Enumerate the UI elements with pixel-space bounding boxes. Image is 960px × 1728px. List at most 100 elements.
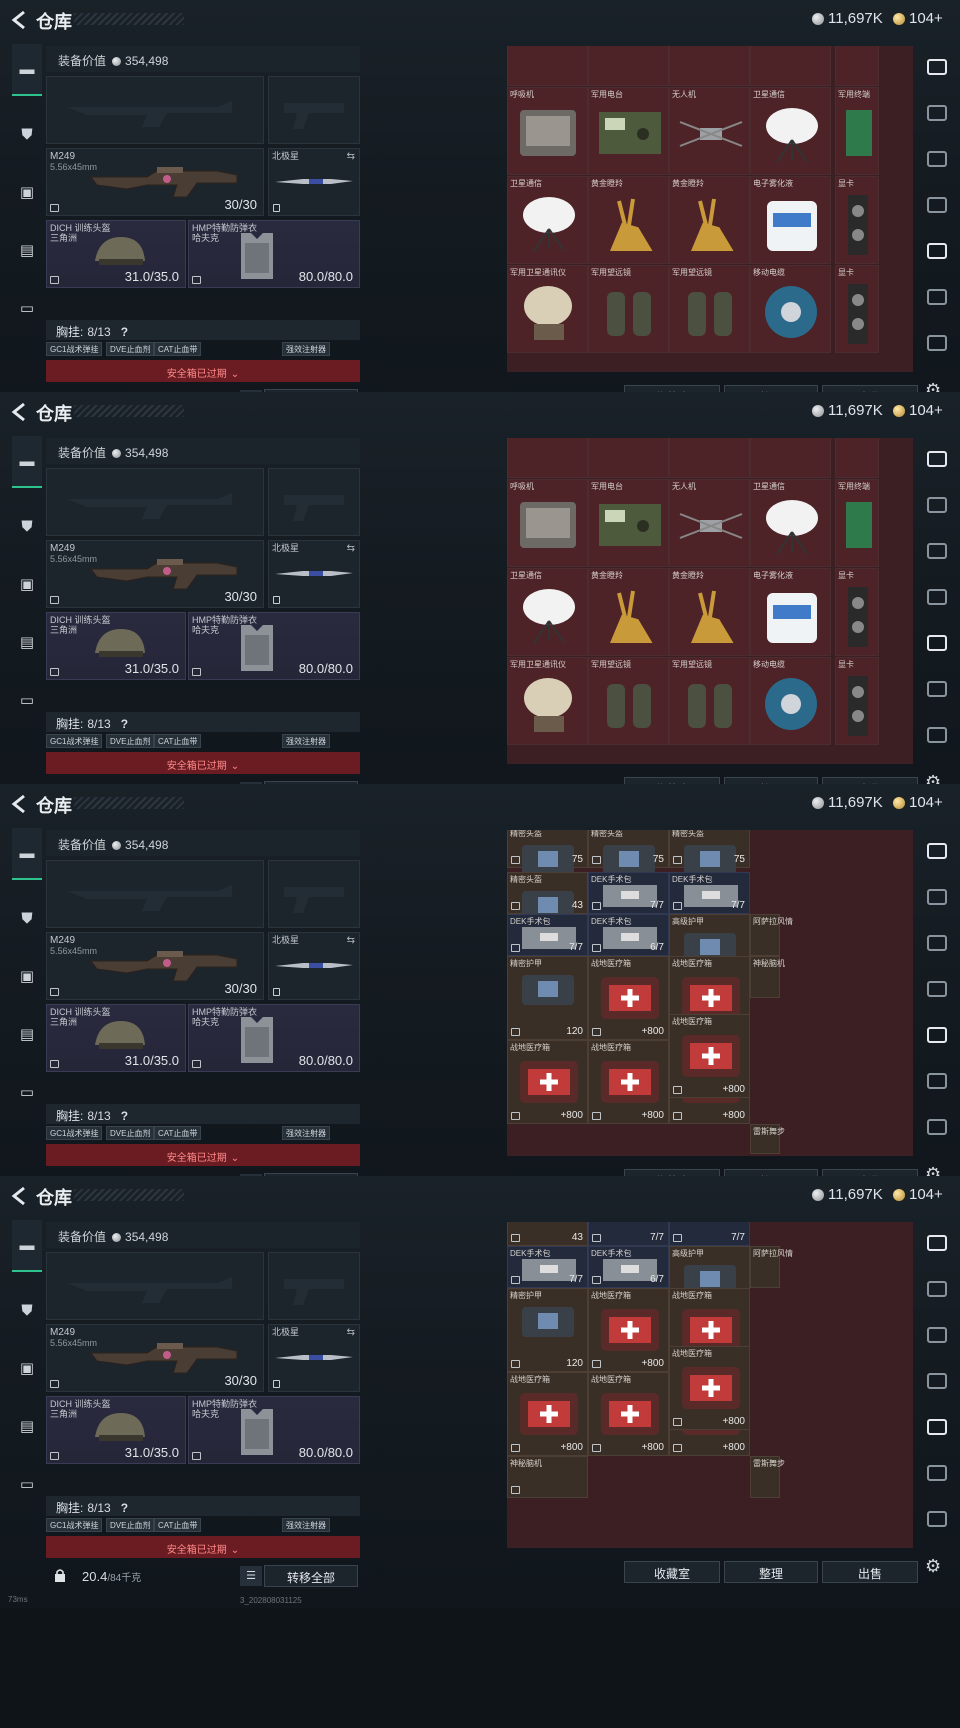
list-icon[interactable]: ☰: [240, 1566, 262, 1586]
silver-currency[interactable]: 11,697K: [812, 794, 883, 811]
storage-item[interactable]: 黄金瞪羚: [669, 568, 750, 656]
helmet-slot[interactable]: DICH 训练头盔 三角洲 31.0/35.0: [46, 1004, 186, 1072]
helmet-slot[interactable]: DICH 训练头盔 三角洲 31.0/35.0: [46, 220, 186, 288]
storage-tab-icon[interactable]: [924, 1278, 950, 1302]
sell-button[interactable]: 出售: [822, 1561, 918, 1583]
safe-box-expired-banner[interactable]: 安全箱已过期 ⌄: [46, 1144, 360, 1166]
chest-rig-bar[interactable]: 胸挂: 8/13?: [46, 320, 360, 340]
chest-rig-bar[interactable]: 胸挂: 8/13?: [46, 1496, 360, 1516]
armor-slot[interactable]: HMP特勤防弹衣 哈夫克 80.0/80.0: [188, 1396, 360, 1464]
storage-tab-icon[interactable]: [924, 1116, 950, 1140]
storage-item[interactable]: 7/7: [588, 1222, 669, 1246]
storage-item[interactable]: 军用望远镜: [588, 657, 669, 745]
pistol-slot-empty[interactable]: [268, 860, 360, 928]
storage-tab-icon[interactable]: [924, 1324, 950, 1348]
gun-icon[interactable]: ▬: [12, 44, 42, 96]
storage-item[interactable]: 战地医疗箱+800: [507, 1040, 588, 1124]
back-arrow-icon[interactable]: [10, 793, 28, 815]
swap-icon[interactable]: ⇆: [347, 1327, 355, 1338]
chest-item[interactable]: CAT止血带: [154, 1126, 202, 1140]
storage-tab-icon[interactable]: [924, 840, 950, 864]
storage-item[interactable]: [669, 438, 750, 478]
safe-box-expired-banner[interactable]: 安全箱已过期 ⌄: [46, 360, 360, 382]
melee-slot[interactable]: 北极星 ⇆: [268, 932, 360, 1000]
storage-item[interactable]: 黄金瞪羚: [588, 568, 669, 656]
storage-tab-icon[interactable]: [924, 1024, 950, 1048]
backpack-icon[interactable]: ▣: [13, 570, 41, 598]
primary-weapon-slot-empty[interactable]: [46, 76, 264, 144]
storage-tab-icon[interactable]: [924, 448, 950, 472]
back-arrow-icon[interactable]: [10, 1185, 28, 1207]
storage-item[interactable]: 无人机: [669, 87, 750, 175]
storage-item[interactable]: 雷斯舞步: [750, 1456, 785, 1498]
storage-item[interactable]: 显卡: [835, 265, 879, 353]
chest-item[interactable]: GC1战术弹挂: [46, 1518, 103, 1532]
storage-item[interactable]: [835, 438, 879, 478]
chest-item[interactable]: 强效注射器: [282, 342, 330, 356]
helmet-slot[interactable]: DICH 训练头盔 三角洲 31.0/35.0: [46, 612, 186, 680]
pistol-slot-empty[interactable]: [268, 76, 360, 144]
storage-tab-icon[interactable]: [924, 494, 950, 518]
vest-icon[interactable]: ⛊: [13, 904, 41, 932]
storage-tab-icon[interactable]: [924, 1370, 950, 1394]
chest-item[interactable]: 强效注射器: [282, 734, 330, 748]
chest-item[interactable]: CAT止血带: [154, 342, 202, 356]
chest-rig-bar[interactable]: 胸挂: 8/13?: [46, 1104, 360, 1124]
storage-item[interactable]: [588, 46, 669, 86]
gun-icon[interactable]: ▬: [12, 828, 42, 880]
storage-item[interactable]: DEK手术包 6/7: [588, 914, 669, 956]
storage-tab-icon[interactable]: [924, 56, 950, 80]
storage-item[interactable]: [750, 438, 831, 478]
storage-item[interactable]: 军用电台: [588, 87, 669, 175]
storage-item[interactable]: 军用终端: [835, 479, 879, 567]
storage-item[interactable]: 呼吸机: [507, 479, 588, 567]
storage-item[interactable]: 阿萨拉风情: [750, 914, 793, 956]
storage-tab-icon[interactable]: [924, 540, 950, 564]
chest-item[interactable]: GC1战术弹挂: [46, 342, 103, 356]
storage-item[interactable]: 战地医疗箱+800: [669, 1014, 750, 1098]
storage-tab-icon[interactable]: [924, 1508, 950, 1532]
storage-item[interactable]: DEK手术包 7/7: [507, 1246, 588, 1288]
storage-tab-icon[interactable]: [924, 1070, 950, 1094]
storage-item[interactable]: 精密头盔 43: [507, 872, 588, 921]
storage-item[interactable]: 移动电缆: [750, 265, 831, 353]
chest-rig-bar[interactable]: 胸挂: 8/13?: [46, 712, 360, 732]
gear-icon[interactable]: ⚙: [925, 1556, 941, 1577]
storage-item[interactable]: 黄金瞪羚: [669, 176, 750, 264]
storage-item[interactable]: DEK手术包 7/7: [669, 872, 750, 914]
storage-tab-icon[interactable]: [924, 724, 950, 748]
backpack-icon[interactable]: ▣: [13, 178, 41, 206]
swap-icon[interactable]: ⇆: [347, 543, 355, 554]
storage-item[interactable]: 精密护甲 120: [507, 956, 588, 1040]
vest-icon[interactable]: ⛊: [13, 120, 41, 148]
storage-item[interactable]: 卫星通信: [750, 87, 831, 175]
storage-tab-icon[interactable]: [924, 240, 950, 264]
storage-item[interactable]: 无人机: [669, 479, 750, 567]
weapon-slot-m249[interactable]: M249 5.56x45mm 30/30: [46, 1324, 264, 1392]
backpack-icon[interactable]: ▣: [13, 962, 41, 990]
chest-item[interactable]: 强效注射器: [282, 1518, 330, 1532]
storage-item[interactable]: 7/7: [669, 1222, 750, 1246]
storage-item[interactable]: 精密头盔 75: [669, 830, 750, 875]
storage-item[interactable]: 电子雾化液: [750, 176, 831, 264]
vest-icon[interactable]: ⛊: [13, 512, 41, 540]
storage-item[interactable]: 军用终端: [835, 87, 879, 175]
swap-icon[interactable]: ⇆: [347, 151, 355, 162]
storage-item[interactable]: 军用望远镜: [588, 265, 669, 353]
silver-currency[interactable]: 11,697K: [812, 1186, 883, 1203]
storage-item[interactable]: 战地医疗箱+800: [588, 1372, 669, 1456]
help-icon[interactable]: ?: [121, 717, 128, 731]
storage-tab-icon[interactable]: [924, 148, 950, 172]
gold-currency[interactable]: 104+: [893, 794, 943, 811]
storage-item[interactable]: 战地医疗箱+800: [507, 1372, 588, 1456]
storage-tab-icon[interactable]: [924, 1462, 950, 1486]
storage-item[interactable]: 43: [507, 1222, 588, 1246]
storage-tab-icon[interactable]: [924, 632, 950, 656]
storage-tab-icon[interactable]: [924, 978, 950, 1002]
primary-weapon-slot-empty[interactable]: [46, 468, 264, 536]
storage-tab-icon[interactable]: [924, 586, 950, 610]
melee-slot[interactable]: 北极星 ⇆: [268, 148, 360, 216]
safe-box-expired-banner[interactable]: 安全箱已过期 ⌄: [46, 1536, 360, 1558]
favorites-button[interactable]: 收藏室: [624, 1561, 720, 1583]
chest-item[interactable]: CAT止血带: [154, 1518, 202, 1532]
